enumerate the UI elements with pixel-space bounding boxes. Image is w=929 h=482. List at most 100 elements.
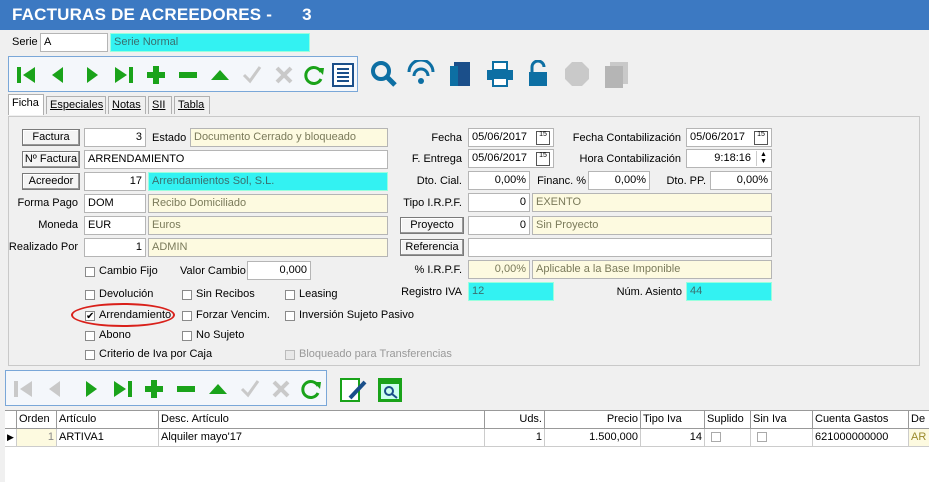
cancel-icon[interactable] [273, 64, 295, 86]
referencia-button[interactable]: Referencia [400, 239, 464, 256]
criterio-checkbox[interactable] [85, 350, 95, 360]
no-sujeto-checkbox[interactable] [182, 331, 192, 341]
main-toolbar [8, 56, 358, 92]
up-icon[interactable] [207, 378, 229, 400]
prev-icon[interactable] [47, 64, 69, 86]
formapago-code-field[interactable]: DOM [84, 194, 146, 213]
door-icon[interactable] [448, 60, 474, 88]
hcontab-field[interactable]: 9:18:16 ▲ ▼ [686, 149, 772, 168]
add-icon[interactable] [143, 378, 165, 400]
col-header-uds[interactable]: Uds. [485, 411, 545, 429]
realizado-code-field[interactable]: 1 [84, 238, 146, 257]
nfactura-field[interactable]: ARRENDAMIENTO [84, 150, 388, 169]
devolucion-checkbox[interactable] [85, 290, 95, 300]
nfactura-button[interactable]: Nº Factura [22, 151, 80, 168]
proyecto-button[interactable]: Proyecto [400, 217, 464, 234]
acreedor-name-field[interactable]: Arrendamientos Sol, S.L. [148, 172, 388, 191]
pirpf-desc-field: Aplicable a la Base Imponible [532, 260, 772, 279]
add-icon[interactable] [145, 64, 167, 86]
siniva-checkbox[interactable] [757, 432, 767, 442]
proyecto-code-field[interactable]: 0 [468, 216, 530, 235]
col-header-articulo[interactable]: Artículo [57, 411, 159, 429]
financ-field[interactable]: 0,00% [588, 171, 650, 190]
cambio-fijo-checkbox[interactable] [85, 267, 95, 277]
fentrega-field[interactable]: 05/06/2017 15 [468, 149, 554, 168]
first-icon[interactable] [15, 64, 37, 86]
factura-button[interactable]: Factura [22, 129, 80, 146]
up-icon[interactable] [209, 64, 231, 86]
col-header-tipoiva[interactable]: Tipo Iva [641, 411, 705, 429]
tab-especiales[interactable]: Especiales [46, 96, 106, 114]
tab-sii[interactable]: SII [148, 96, 172, 114]
calendar-icon[interactable]: 15 [536, 152, 550, 166]
col-header-desc[interactable]: Desc. Artículo [159, 411, 485, 429]
refresh-icon[interactable] [303, 64, 325, 86]
tab-tabla[interactable]: Tabla [174, 96, 210, 114]
arrendamiento-checkbox[interactable]: ✔ [85, 311, 95, 322]
forzar-checkbox[interactable] [182, 311, 192, 321]
last-icon[interactable] [113, 64, 135, 86]
serie-code-field[interactable]: A [40, 33, 108, 52]
inversion-checkbox[interactable] [285, 311, 295, 321]
edit-doc-icon[interactable] [338, 376, 368, 404]
calendar-icon[interactable]: 15 [754, 131, 768, 145]
sin-recibos-checkbox[interactable] [182, 290, 192, 300]
factura-field[interactable]: 3 [84, 128, 146, 147]
next-icon[interactable] [81, 64, 103, 86]
cell-orden[interactable]: 1 [17, 429, 57, 447]
fecha-field[interactable]: 05/06/2017 15 [468, 128, 554, 147]
col-header-suplido[interactable]: Suplido [705, 411, 751, 429]
print-icon[interactable] [485, 60, 515, 88]
acreedor-button[interactable]: Acreedor [22, 173, 80, 190]
cell-suplido[interactable] [705, 429, 751, 447]
prev-icon[interactable] [44, 378, 66, 400]
cell-articulo[interactable]: ARTIVA1 [57, 429, 159, 447]
col-header-cuenta[interactable]: Cuenta Gastos [813, 411, 909, 429]
cancel-icon[interactable] [270, 378, 292, 400]
fcontab-field[interactable]: 05/06/2017 15 [686, 128, 772, 147]
calendar-icon[interactable]: 15 [536, 131, 550, 145]
col-header-precio[interactable]: Precio [545, 411, 641, 429]
spinner-icon[interactable]: ▲ ▼ [756, 151, 770, 166]
tab-ficha[interactable]: Ficha [8, 94, 44, 115]
cell-siniva[interactable] [751, 429, 813, 447]
dtopp-field[interactable]: 0,00% [710, 171, 772, 190]
col-header-de[interactable]: De [909, 411, 929, 429]
remove-icon[interactable] [175, 378, 197, 400]
moneda-code-field[interactable]: EUR [84, 216, 146, 235]
moneda-label: Moneda [38, 219, 78, 231]
referencia-field[interactable] [468, 238, 772, 257]
leasing-checkbox[interactable] [285, 290, 295, 300]
unlock-icon[interactable] [526, 60, 550, 88]
cell-uds[interactable]: 1 [485, 429, 545, 447]
circle-icon[interactable] [563, 60, 591, 88]
next-icon[interactable] [80, 378, 102, 400]
cell-tipoiva[interactable]: 14 [641, 429, 705, 447]
cell-precio[interactable]: 1.500,000 [545, 429, 641, 447]
suplido-checkbox[interactable] [711, 432, 721, 442]
dtocial-field[interactable]: 0,00% [468, 171, 530, 190]
serie-name-field[interactable]: Serie Normal [110, 33, 310, 52]
check-icon[interactable] [239, 378, 261, 400]
cell-de[interactable]: AR [909, 429, 929, 447]
copy-icon[interactable] [602, 60, 630, 88]
window-search-icon[interactable] [376, 376, 404, 404]
last-icon[interactable] [112, 378, 134, 400]
refresh-icon[interactable] [300, 378, 322, 400]
acreedor-code-field[interactable]: 17 [84, 172, 146, 191]
wireless-icon[interactable] [405, 60, 437, 88]
remove-icon[interactable] [177, 64, 199, 86]
irpf-label: Tipo I.R.P.F. [403, 197, 462, 209]
check-icon[interactable] [241, 64, 263, 86]
irpf-code-field[interactable]: 0 [468, 193, 530, 212]
list-icon[interactable] [331, 62, 355, 88]
valorcambio-field[interactable]: 0,000 [247, 261, 311, 280]
abono-checkbox[interactable] [85, 331, 95, 341]
col-header-siniva[interactable]: Sin Iva [751, 411, 813, 429]
cell-desc[interactable]: Alquiler mayo'17 [159, 429, 485, 447]
first-icon[interactable] [12, 378, 34, 400]
tab-notas[interactable]: Notas [108, 96, 146, 114]
col-header-orden[interactable]: Orden [17, 411, 57, 429]
search-icon[interactable] [370, 60, 398, 88]
cell-cuenta[interactable]: 621000000000 [813, 429, 909, 447]
